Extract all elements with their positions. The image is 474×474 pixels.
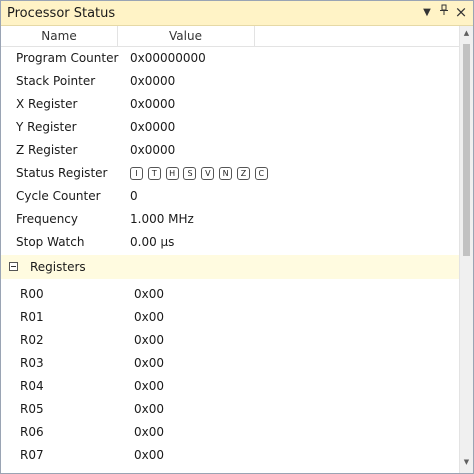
title-bar: Processor Status ▼ ×	[1, 1, 473, 26]
row-value: 0.00 µs	[130, 235, 175, 249]
row-value: 0	[130, 189, 138, 203]
flag-i[interactable]: I	[130, 167, 143, 180]
row-stop-watch[interactable]: Stop Watch 0.00 µs	[1, 231, 459, 254]
row-cycle-counter[interactable]: Cycle Counter 0	[1, 185, 459, 208]
register-row-r05[interactable]: R05 0x00	[1, 398, 459, 421]
row-label: Status Register	[16, 166, 108, 180]
register-row-r00[interactable]: R00 0x00	[1, 283, 459, 306]
register-name: R03	[20, 356, 44, 370]
row-stack-pointer[interactable]: Stack Pointer 0x0000	[1, 70, 459, 93]
flag-z[interactable]: Z	[236, 167, 250, 180]
scroll-down-arrow-icon[interactable]: ▼	[460, 458, 473, 470]
register-row-r02[interactable]: R02 0x00	[1, 329, 459, 352]
row-value: 0x0000	[130, 143, 176, 157]
register-name: R07	[20, 448, 44, 462]
row-value: 0x0000	[130, 120, 176, 134]
row-label: Cycle Counter	[16, 189, 101, 203]
flag-s[interactable]: S	[183, 167, 197, 180]
row-status-register[interactable]: Status Register I T H S V N Z C	[1, 162, 459, 185]
row-x-register[interactable]: X Register 0x0000	[1, 93, 459, 116]
processor-status-window: Processor Status ▼ × Name Value Program …	[0, 0, 474, 474]
column-header-name[interactable]: Name	[1, 26, 118, 47]
flag-n[interactable]: N	[219, 167, 233, 180]
flag-v[interactable]: V	[201, 167, 215, 180]
register-name: R05	[20, 402, 44, 416]
register-row-r01[interactable]: R01 0x00	[1, 306, 459, 329]
dropdown-arrow-icon[interactable]: ▼	[418, 4, 436, 22]
close-icon[interactable]: ×	[452, 4, 470, 22]
row-label: Y Register	[16, 120, 77, 134]
flag-h[interactable]: H	[165, 167, 179, 180]
row-value: 1.000 MHz	[130, 212, 194, 226]
row-value: 0x0000	[130, 97, 176, 111]
collapse-icon[interactable]	[9, 262, 18, 271]
row-label: Z Register	[16, 143, 78, 157]
row-y-register[interactable]: Y Register 0x0000	[1, 116, 459, 139]
register-name: R01	[20, 310, 44, 324]
row-value: 0x0000	[130, 74, 176, 88]
column-header: Name Value	[1, 26, 459, 47]
row-label: Frequency	[16, 212, 78, 226]
scroll-thumb[interactable]	[463, 44, 470, 256]
registers-section-header[interactable]: Registers	[1, 255, 459, 279]
row-label: Stop Watch	[16, 235, 85, 249]
row-value: 0x00000000	[130, 51, 206, 65]
register-row-r06[interactable]: R06 0x00	[1, 421, 459, 444]
window-title: Processor Status	[7, 6, 116, 21]
section-label: Registers	[30, 260, 86, 274]
register-value: 0x00	[134, 448, 165, 462]
register-name: R04	[20, 379, 44, 393]
register-value: 0x00	[134, 333, 165, 347]
flag-c[interactable]: C	[254, 167, 268, 180]
register-value: 0x00	[134, 310, 165, 324]
row-label: Program Counter	[16, 51, 119, 65]
scroll-up-arrow-icon[interactable]: ▲	[460, 29, 473, 41]
register-value: 0x00	[134, 356, 165, 370]
register-name: R06	[20, 425, 44, 439]
row-label: X Register	[16, 97, 78, 111]
register-row-r04[interactable]: R04 0x00	[1, 375, 459, 398]
register-name: R02	[20, 333, 44, 347]
register-value: 0x00	[134, 425, 165, 439]
status-flags: I T H S V N Z C	[130, 167, 269, 180]
flag-t[interactable]: T	[147, 167, 161, 180]
register-row-r03[interactable]: R03 0x00	[1, 352, 459, 375]
register-row-r07[interactable]: R07 0x00	[1, 444, 459, 467]
register-name: R00	[20, 287, 44, 301]
column-header-value[interactable]: Value	[117, 26, 255, 47]
pin-icon[interactable]	[435, 4, 453, 22]
row-label: Stack Pointer	[16, 74, 96, 88]
register-value: 0x00	[134, 379, 165, 393]
row-z-register[interactable]: Z Register 0x0000	[1, 139, 459, 162]
row-program-counter[interactable]: Program Counter 0x00000000	[1, 47, 459, 70]
register-value: 0x00	[134, 287, 165, 301]
property-grid: Program Counter 0x00000000 Stack Pointer…	[1, 47, 459, 473]
register-value: 0x00	[134, 402, 165, 416]
vertical-scrollbar[interactable]: ▲ ▼	[459, 26, 473, 473]
row-frequency[interactable]: Frequency 1.000 MHz	[1, 208, 459, 231]
